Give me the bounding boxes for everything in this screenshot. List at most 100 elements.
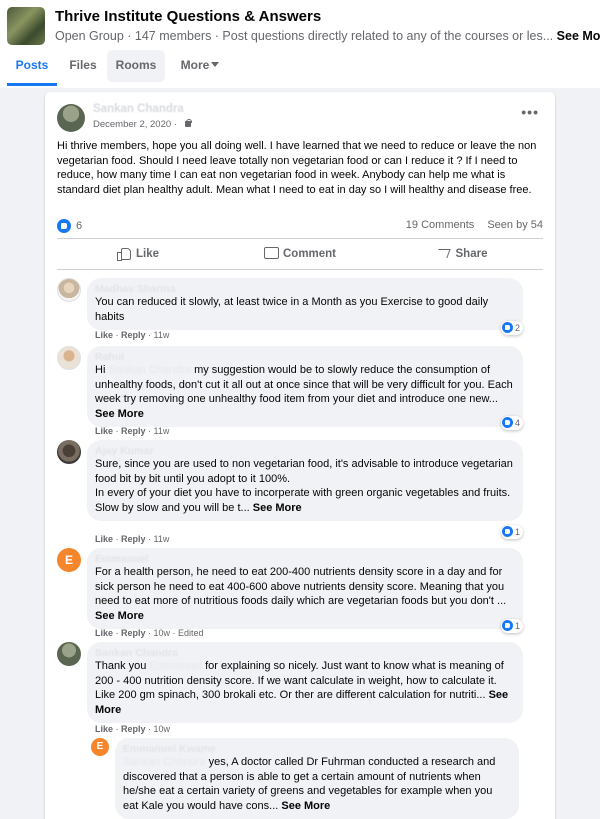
tab-files[interactable]: Files <box>63 50 103 82</box>
post-body: Hi thrive members, hope you all doing we… <box>57 140 537 196</box>
post-author-name[interactable]: Sankan Chandra <box>93 103 184 115</box>
comment-reaction-count: 1 <box>515 621 521 631</box>
comment-item: Rahul Hi Sankan Chandra my suggestion wo… <box>57 346 543 438</box>
comment-meta: Like · Reply · 10w · Edited <box>95 628 204 638</box>
tab-more[interactable]: More <box>170 50 230 82</box>
tab-posts[interactable]: Posts <box>7 50 57 86</box>
group-title[interactable]: Thrive Institute Questions & Answers <box>55 8 321 25</box>
share-arrow-icon <box>437 247 450 259</box>
post-action-bar: Like Comment Share <box>57 238 543 270</box>
post-date-text: December 2, 2020 · <box>93 119 180 130</box>
comment-item: E Emmanuel For a health person, he need … <box>57 548 543 640</box>
group-meta-text: Open Group · 147 members · Post question… <box>55 29 554 43</box>
comment-time[interactable]: 11w <box>154 534 170 544</box>
comment-like-link[interactable]: Like <box>95 330 113 340</box>
see-more-link[interactable]: See More <box>95 408 144 420</box>
commenter-name[interactable]: Sankan Chandra <box>95 648 513 659</box>
post-reaction-count: 6 <box>76 220 83 232</box>
comment-item: Madhav Sharma You can reduced it slowly,… <box>57 278 543 344</box>
mention-link[interactable]: Sankan Chandra <box>123 756 206 768</box>
comment-like-link[interactable]: Like <box>95 534 113 544</box>
comment-bubble: Emmanuel For a health person, he need to… <box>87 548 523 629</box>
like-button[interactable]: Like <box>57 239 219 269</box>
comment-reply-link[interactable]: Reply <box>121 534 146 544</box>
comment-meta: Like · Reply · 11w <box>95 426 170 436</box>
comment-reply-link[interactable]: Reply <box>121 628 146 638</box>
commenter-name[interactable]: Ajay Kumar <box>95 446 513 457</box>
comment-reaction-count: 2 <box>515 323 521 333</box>
see-more-link[interactable]: See More <box>95 610 144 622</box>
comment-like-link[interactable]: Like <box>95 628 113 638</box>
mention-link[interactable]: Sankan Chandra <box>108 364 191 376</box>
commenter-avatar[interactable] <box>57 346 81 370</box>
comment-time[interactable]: 10w <box>154 724 171 734</box>
seen-by-link[interactable]: Seen by 54 <box>487 219 543 231</box>
comment-bubble: Sankan Chandra Thank you Emmanuel for ex… <box>87 642 523 723</box>
comment-reply-link[interactable]: Reply <box>121 330 146 340</box>
comment-meta: Like · Reply · 10w <box>95 724 171 734</box>
comment-bubble: Rahul Hi Sankan Chandra my suggestion wo… <box>87 346 523 427</box>
more-options-icon[interactable]: ••• <box>521 104 539 120</box>
comment-bubble: Emmanuel Kwame Sankan Chandra yes, A doc… <box>115 738 519 819</box>
comment-reactions[interactable]: 2 <box>501 321 524 335</box>
tab-more-label: More <box>180 58 210 72</box>
commenter-name[interactable]: Rahul <box>95 352 513 363</box>
group-header: Thrive Institute Questions & Answers Ope… <box>0 0 600 88</box>
comment-greeting: Thank you <box>95 660 147 672</box>
comment-time[interactable]: 11w <box>154 426 170 436</box>
commenter-avatar[interactable] <box>57 642 81 666</box>
comment-item: Sankan Chandra Thank you Emmanuel for ex… <box>57 642 543 736</box>
comment-meta: Like · Reply · 11w <box>95 534 170 544</box>
comment-button-label: Comment <box>282 248 337 260</box>
comment-reactions[interactable]: 4 <box>501 416 524 430</box>
comment-text: You can reduced it slowly, at least twic… <box>95 296 489 323</box>
comment-reactions[interactable]: 1 <box>501 619 524 633</box>
comments-count-link[interactable]: 19 Comments <box>406 219 474 231</box>
comment-like-link[interactable]: Like <box>95 724 113 734</box>
group-see-more-link[interactable]: See Mo <box>557 29 600 43</box>
comment-button[interactable]: Comment <box>219 239 381 269</box>
comment-time[interactable]: 10w <box>154 628 171 638</box>
tab-rooms[interactable]: Rooms <box>107 50 165 82</box>
comment-bubble: Madhav Sharma You can reduced it slowly,… <box>87 278 523 330</box>
reply-item: E Emmanuel Kwame Sankan Chandra yes, A d… <box>91 738 543 819</box>
post-stats: 19 Comments Seen by 54 <box>396 219 543 231</box>
comment-reply-link[interactable]: Reply <box>121 426 146 436</box>
like-reaction-icon <box>502 620 513 631</box>
post-card: Sankan Chandra December 2, 2020 · ••• Hi… <box>45 92 555 819</box>
comment-reaction-count: 4 <box>515 418 521 428</box>
comment-text: Sure, since you are used to non vegetari… <box>95 458 513 514</box>
see-more-link[interactable]: See More <box>281 800 330 812</box>
like-reaction-icon <box>502 322 513 333</box>
like-button-label: Like <box>135 248 159 260</box>
lock-icon <box>184 119 192 128</box>
group-cover-thumbnail[interactable] <box>7 7 45 45</box>
share-button[interactable]: Share <box>381 239 543 269</box>
like-reaction-icon <box>57 219 71 233</box>
comment-time[interactable]: 11w <box>154 330 170 340</box>
mention-link[interactable]: Emmanuel <box>149 660 202 672</box>
post-date[interactable]: December 2, 2020 · <box>93 119 192 130</box>
commenter-name[interactable]: Madhav Sharma <box>95 284 513 295</box>
comment-reaction-count: 1 <box>515 527 521 537</box>
post-author-avatar[interactable] <box>57 104 85 132</box>
comment-item: Ajay Kumar Sure, since you are used to no… <box>57 440 543 546</box>
commenter-name[interactable]: Emmanuel <box>95 554 513 565</box>
commenter-avatar[interactable] <box>57 440 81 464</box>
comment-reactions[interactable]: 1 <box>501 525 524 539</box>
post-reactions[interactable]: 6 <box>57 219 82 233</box>
comment-edited[interactable]: Edited <box>178 628 204 638</box>
commenter-name[interactable]: Emmanuel Kwame <box>123 744 509 755</box>
comment-bubble: Ajay Kumar Sure, since you are used to no… <box>87 440 523 521</box>
comment-like-link[interactable]: Like <box>95 426 113 436</box>
comment-meta: Like · Reply · 11w <box>95 330 170 340</box>
see-more-link[interactable]: See More <box>253 502 302 514</box>
comment-reply-link[interactable]: Reply <box>121 724 146 734</box>
share-button-label: Share <box>455 248 488 260</box>
caret-down-icon <box>211 62 220 67</box>
commenter-avatar[interactable] <box>57 278 81 302</box>
commenter-avatar[interactable]: E <box>91 738 109 756</box>
comment-icon <box>263 247 279 259</box>
like-reaction-icon <box>502 417 513 428</box>
commenter-avatar[interactable]: E <box>57 548 81 572</box>
